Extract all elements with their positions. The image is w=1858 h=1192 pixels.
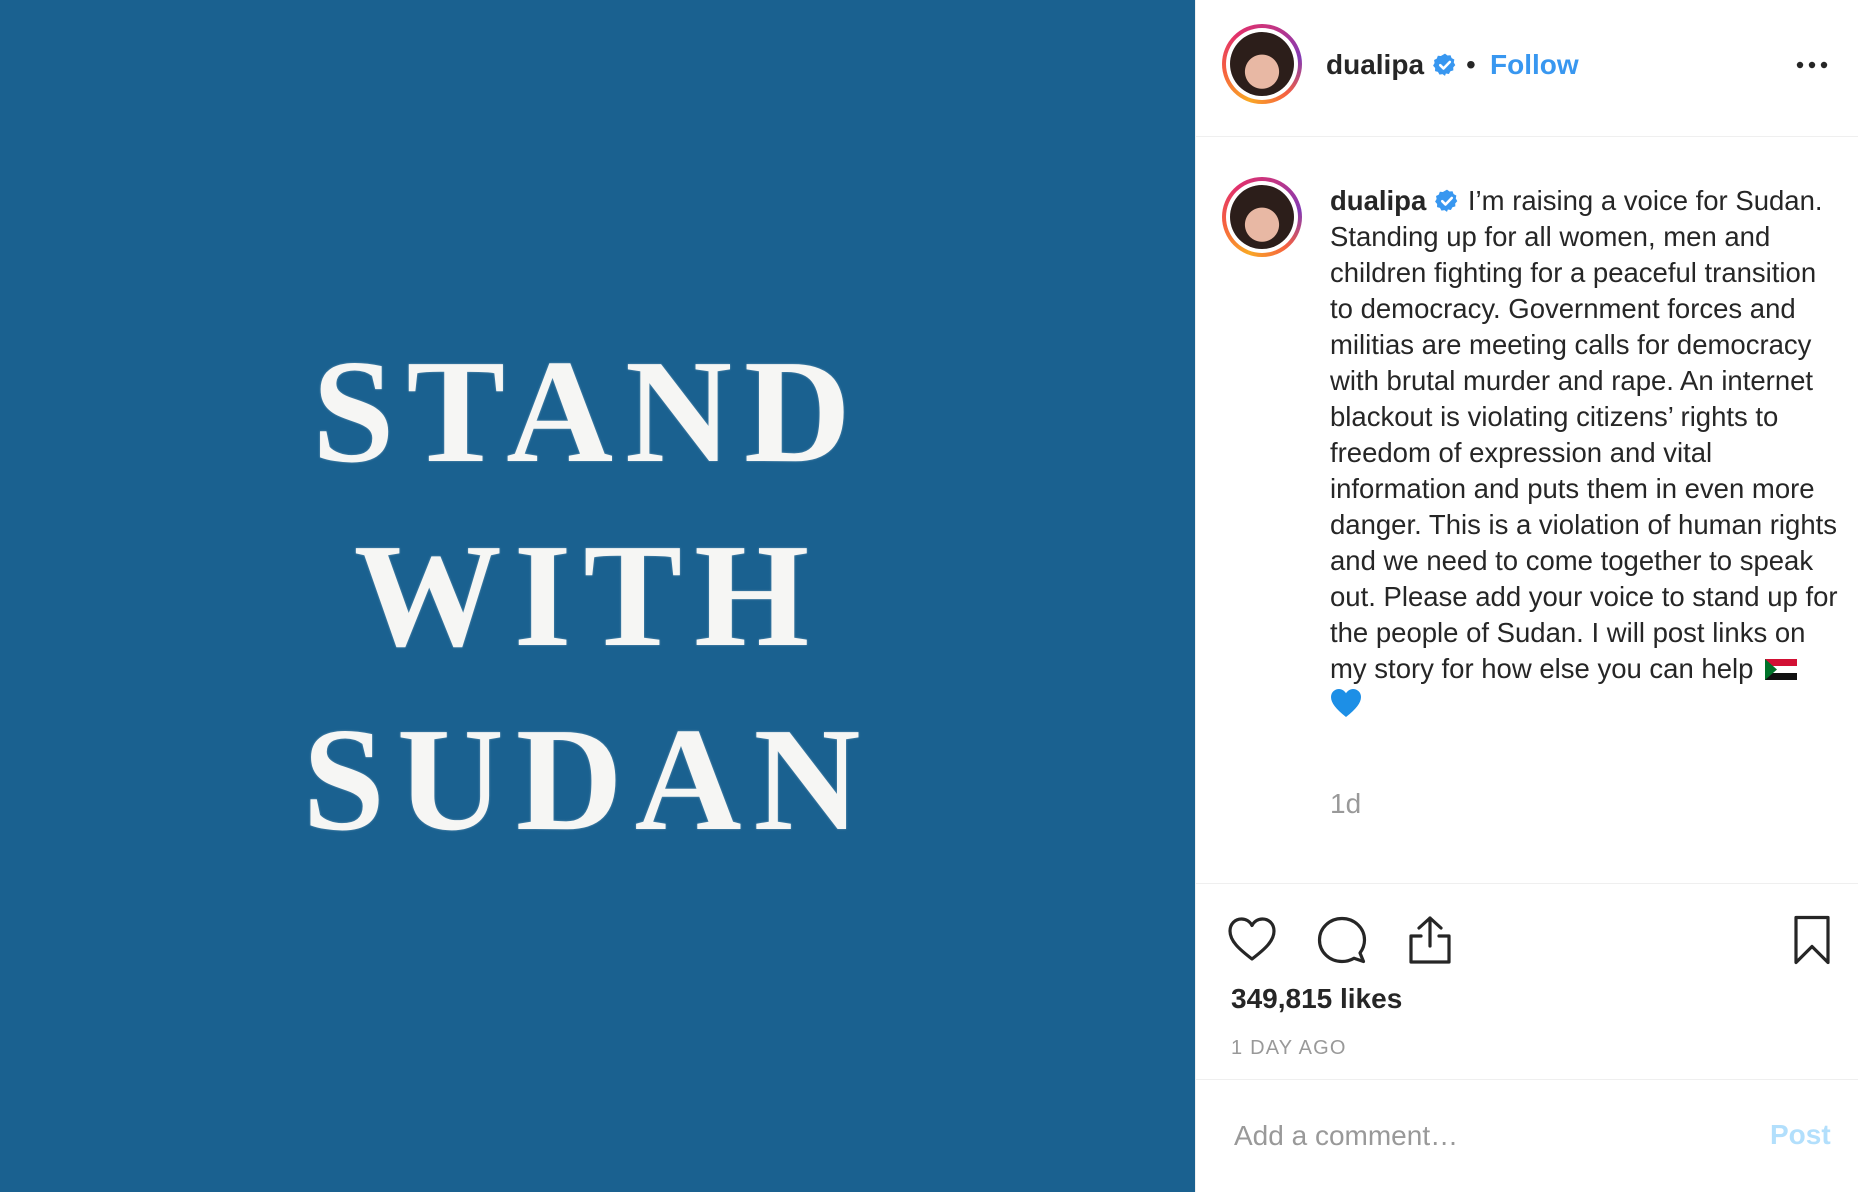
header-username[interactable]: dualipa — [1326, 49, 1424, 80]
header-separator: • — [1466, 49, 1476, 80]
post-date[interactable]: 1 DAY AGO — [1231, 1036, 1347, 1060]
comment-icon[interactable] — [1316, 914, 1368, 966]
follow-button[interactable]: Follow — [1490, 48, 1579, 82]
heart-icon[interactable] — [1226, 914, 1278, 966]
caption-avatar[interactable] — [1222, 177, 1302, 257]
likes-count[interactable]: 349,815 likes — [1231, 982, 1402, 1016]
avatar-photo — [1230, 32, 1294, 96]
caption-timestamp[interactable]: 1d — [1330, 787, 1361, 821]
caption-username[interactable]: dualipa — [1330, 185, 1426, 216]
comment-input[interactable] — [1234, 1114, 1734, 1158]
poster-line-1: STAND — [312, 330, 863, 494]
poster-line-2: WITH — [353, 514, 822, 678]
post-side-panel: dualipa • Follow dualipa I’m raising a v… — [1195, 0, 1858, 1192]
share-icon[interactable] — [1404, 914, 1456, 966]
caption-body: I’m raising a voice for Sudan. Standing … — [1330, 185, 1838, 684]
blue-heart-icon — [1330, 688, 1362, 727]
caption-text: dualipa I’m raising a voice for Sudan. S… — [1330, 183, 1846, 727]
post-header: dualipa • Follow — [1196, 0, 1858, 137]
poster-line-3: SUDAN — [302, 698, 873, 862]
post-image: STAND WITH SUDAN — [0, 0, 1195, 1192]
post-comment-button[interactable]: Post — [1770, 1118, 1831, 1152]
avatar[interactable] — [1222, 24, 1302, 104]
sudan-flag-icon — [1765, 659, 1798, 680]
verified-badge-icon — [1433, 53, 1456, 76]
bookmark-icon[interactable] — [1786, 914, 1838, 966]
caption-verified-badge-icon — [1435, 189, 1458, 212]
more-options-icon[interactable] — [1792, 52, 1832, 78]
caption-section: dualipa I’m raising a voice for Sudan. S… — [1196, 137, 1858, 883]
header-username-wrap[interactable]: dualipa — [1326, 48, 1458, 82]
caption-avatar-photo — [1230, 185, 1294, 249]
poster-text: STAND WITH SUDAN — [303, 320, 873, 872]
comment-bar: Post — [1196, 1080, 1858, 1192]
actions-section: 349,815 likes 1 DAY AGO — [1196, 883, 1858, 1080]
